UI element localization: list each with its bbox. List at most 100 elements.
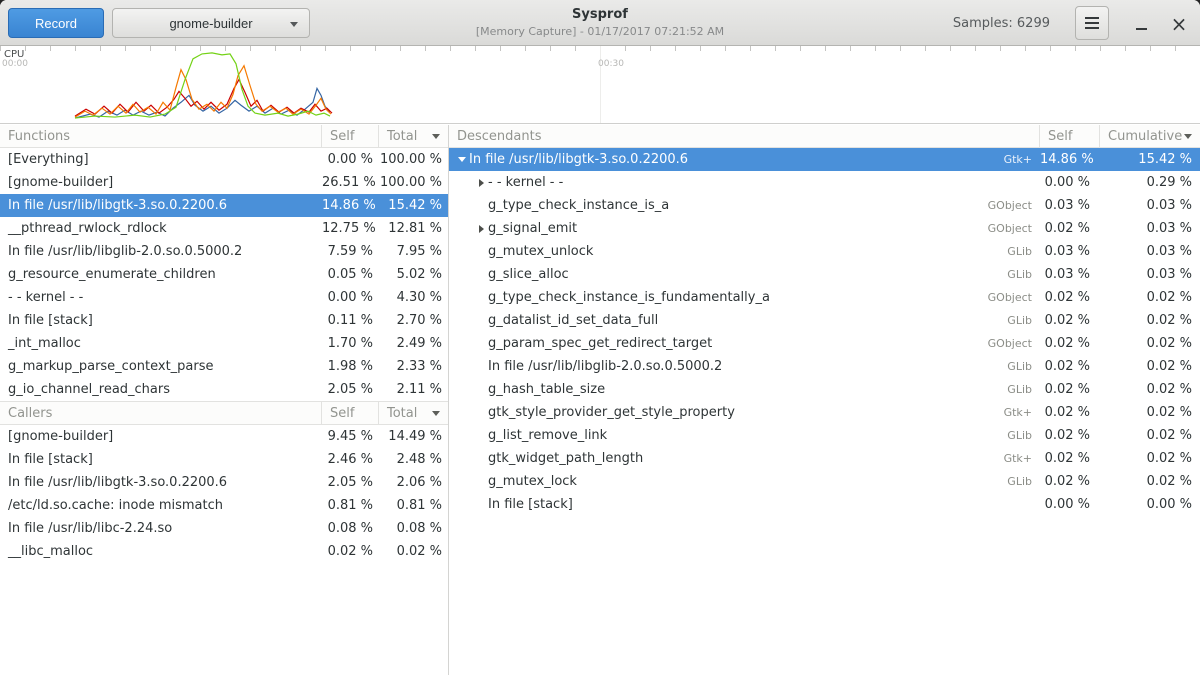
right-pane: Descendants Self Cumulative In file /usr… [449,125,1200,675]
tree-row[interactable]: g_list_remove_linkGLib0.02 %0.02 % [449,424,1200,447]
tree-row[interactable]: In file [stack]0.00 %0.00 % [449,493,1200,516]
tree-row[interactable]: g_param_spec_get_redirect_targetGObject0… [449,332,1200,355]
self-value: 14.86 % [322,198,379,213]
triangle-right-icon [479,225,484,233]
expander-icon[interactable] [474,176,488,190]
functions-column-header[interactable]: Functions [0,125,322,147]
cumulative-value: 0.02 % [1100,405,1200,420]
cumulative-column-header[interactable]: Cumulative [1100,125,1200,147]
total-value: 4.30 % [379,290,448,305]
self-value: 0.02 % [1040,382,1100,397]
minimize-button[interactable] [1130,13,1152,35]
functions-column-label: Functions [8,129,70,144]
table-row[interactable]: In file [stack]2.46 %2.48 % [0,448,448,471]
function-name: In file [stack] [0,313,322,328]
total-value: 2.33 % [379,359,448,374]
self-value: 0.02 % [1040,359,1100,374]
self-value: 0.02 % [1040,336,1100,351]
triangle-right-icon [479,179,484,187]
callers-column-header[interactable]: Callers [0,402,322,424]
self-value: 0.00 % [1040,497,1100,512]
expander-icon[interactable] [455,153,469,167]
table-row[interactable]: In file /usr/lib/libglib-2.0.so.0.5000.2… [0,240,448,263]
expander-icon [474,245,488,259]
self-column-header[interactable]: Self [322,125,379,147]
category-label: GLib [1007,360,1040,373]
tree-row[interactable]: g_hash_table_sizeGLib0.02 %0.02 % [449,378,1200,401]
table-row[interactable]: g_io_channel_read_chars2.05 %2.11 % [0,378,448,401]
tree-row[interactable]: g_mutex_unlockGLib0.03 %0.03 % [449,240,1200,263]
tree-row[interactable]: g_type_check_instance_is_aGObject0.03 %0… [449,194,1200,217]
descendant-cell: g_list_remove_linkGLib [449,428,1040,443]
category-label: GObject [988,337,1040,350]
descendant-cell: g_signal_emitGObject [449,221,1040,236]
tree-row[interactable]: In file /usr/lib/libglib-2.0.so.0.5000.2… [449,355,1200,378]
tree-row[interactable]: gtk_widget_path_lengthGtk+0.02 %0.02 % [449,447,1200,470]
descendant-cell: g_datalist_id_set_data_fullGLib [449,313,1040,328]
expander-icon[interactable] [474,222,488,236]
table-row[interactable]: g_resource_enumerate_children0.05 %5.02 … [0,263,448,286]
function-name: [gnome-builder] [0,429,322,444]
descendant-cell: gtk_style_provider_get_style_propertyGtk… [449,405,1040,420]
total-column-header[interactable]: Total [379,125,448,147]
table-row[interactable]: [gnome-builder]9.45 %14.49 % [0,425,448,448]
tree-row[interactable]: g_datalist_id_set_data_fullGLib0.02 %0.0… [449,309,1200,332]
functions-table: [Everything]0.00 %100.00 %[gnome-builder… [0,148,448,401]
self-column-label: Self [330,129,354,144]
cumulative-value: 0.02 % [1100,428,1200,443]
time-label-mid: 00:30 [598,59,624,69]
function-name: g_hash_table_size [488,382,1007,397]
self-column-header[interactable]: Self [322,402,379,424]
table-row[interactable]: In file /usr/lib/libc-2.24.so0.08 %0.08 … [0,517,448,540]
close-button[interactable]: × [1168,13,1190,35]
self-value: 12.75 % [322,221,379,236]
total-column-header[interactable]: Total [379,402,448,424]
table-row[interactable]: In file [stack]0.11 %2.70 % [0,309,448,332]
self-value: 1.70 % [322,336,379,351]
table-row[interactable]: _int_malloc1.70 %2.49 % [0,332,448,355]
descendants-column-header[interactable]: Descendants [449,125,1040,147]
category-label: GObject [988,199,1040,212]
self-column-header[interactable]: Self [1040,125,1100,147]
table-row[interactable]: - - kernel - -0.00 %4.30 % [0,286,448,309]
table-row[interactable]: /etc/ld.so.cache: inode mismatch0.81 %0.… [0,494,448,517]
hamburger-icon [1085,22,1099,24]
table-row[interactable]: g_markup_parse_context_parse1.98 %2.33 % [0,355,448,378]
total-value: 14.49 % [379,429,448,444]
expander-icon [474,406,488,420]
function-name: /etc/ld.so.cache: inode mismatch [0,498,322,513]
table-row[interactable]: __pthread_rwlock_rdlock12.75 %12.81 % [0,217,448,240]
tree-row[interactable]: g_type_check_instance_is_fundamentally_a… [449,286,1200,309]
self-value: 0.03 % [1040,198,1100,213]
self-column-label: Self [1048,129,1072,144]
descendant-cell: In file /usr/lib/libgtk-3.so.0.2200.6Gtk… [449,152,1040,167]
samples-count: Samples: 6299 [953,0,1050,46]
cumulative-value: 0.02 % [1100,359,1200,374]
self-value: 0.02 % [1040,313,1100,328]
menu-button[interactable] [1075,6,1109,40]
tree-row[interactable]: g_signal_emitGObject0.02 %0.03 % [449,217,1200,240]
cumulative-value: 15.42 % [1100,152,1200,167]
table-row[interactable]: In file /usr/lib/libgtk-3.so.0.2200.614.… [0,194,448,217]
table-row[interactable]: In file /usr/lib/libgtk-3.so.0.2200.62.0… [0,471,448,494]
function-name: In file [stack] [488,497,1032,512]
self-value: 14.86 % [1040,152,1100,167]
tree-row[interactable]: g_slice_allocGLib0.03 %0.03 % [449,263,1200,286]
cumulative-value: 0.03 % [1100,221,1200,236]
functions-header-row: Functions Self Total [0,125,448,148]
descendant-cell: In file /usr/lib/libglib-2.0.so.0.5000.2… [449,359,1040,374]
category-label: Gtk+ [1004,452,1040,465]
table-row[interactable]: [Everything]0.00 %100.00 % [0,148,448,171]
tree-row[interactable]: In file /usr/lib/libgtk-3.so.0.2200.6Gtk… [449,148,1200,171]
tree-row[interactable]: g_mutex_lockGLib0.02 %0.02 % [449,470,1200,493]
sort-indicator [432,134,440,139]
expander-icon [474,291,488,305]
tree-row[interactable]: gtk_style_provider_get_style_propertyGtk… [449,401,1200,424]
category-label: GObject [988,291,1040,304]
table-row[interactable]: __libc_malloc0.02 %0.02 % [0,540,448,563]
main-area: Functions Self Total [Everything]0.00 %1… [0,125,1200,675]
time-label-start: 00:00 [2,59,28,69]
table-row[interactable]: [gnome-builder]26.51 %100.00 % [0,171,448,194]
descendants-table: In file /usr/lib/libgtk-3.so.0.2200.6Gtk… [449,148,1200,516]
tree-row[interactable]: - - kernel - -0.00 %0.29 % [449,171,1200,194]
